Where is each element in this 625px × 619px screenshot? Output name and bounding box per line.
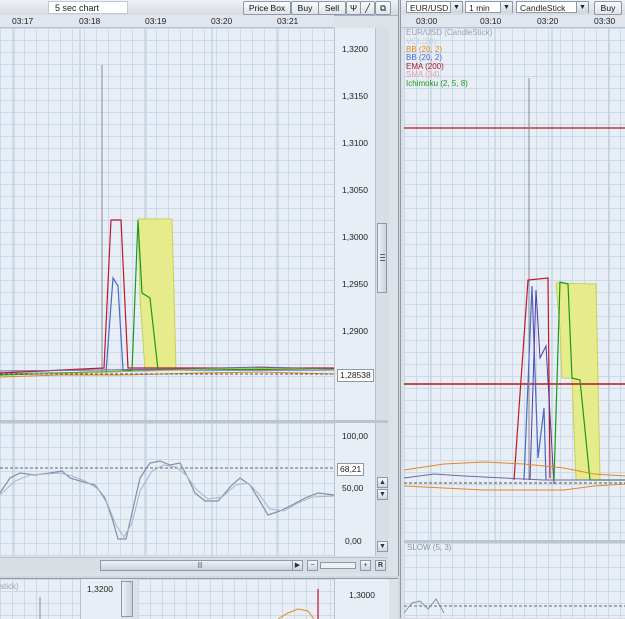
bottom-left-chart-b-svg: [277, 589, 319, 619]
ichimoku-cloud: [555, 282, 601, 481]
sell-button[interactable]: Sell: [318, 1, 346, 15]
chart-title: 5 sec chart: [55, 3, 100, 13]
bottom-left-chart-b[interactable]: [138, 579, 334, 619]
zoom-in-button[interactable]: +: [360, 560, 371, 571]
time-tick: 03:17: [12, 16, 34, 26]
bb-orange-lower: [404, 483, 625, 491]
left-horizontal-scrollbar[interactable]: II ▶ − + R: [0, 557, 388, 573]
price-tick: 1,2900: [342, 326, 368, 336]
osc-scroll-bottom-button[interactable]: ▼: [377, 541, 388, 552]
bottom-left-axis-a: 1,3200: [80, 579, 121, 619]
left-price-axis: 1,3200 1,3150 1,3100 1,3050 1,3000 1,295…: [334, 28, 375, 420]
bottom-left-scroll-thumb[interactable]: [121, 581, 133, 617]
legend-item: BB (20, 2): [406, 53, 443, 62]
detach-window-icon[interactable]: ⧉: [375, 1, 391, 15]
price-tick: 1,3150: [342, 91, 368, 101]
interval-select[interactable]: 1 min ▼: [465, 1, 513, 13]
bottom-left-chart-a-svg: [39, 597, 41, 619]
left-vertical-scrollbar[interactable]: [375, 28, 389, 420]
osc-scrollbar[interactable]: ▲ ▼ ▼: [375, 423, 389, 556]
price-tick: 1,3100: [342, 138, 368, 148]
symbol-value: EUR/USD: [410, 3, 449, 13]
scroll-thumb[interactable]: [377, 223, 387, 293]
chart-type-select[interactable]: CandleStick ▼: [516, 1, 589, 13]
draw-line-icon[interactable]: ╱: [360, 1, 375, 15]
right-time-axis: 03:00 03:10 03:20 03:30: [401, 15, 625, 28]
chevron-down-icon: ▼: [450, 2, 462, 13]
bottom-left-window: stick) 1,3200 1,3000: [0, 578, 398, 619]
legend-item: SMA (34): [406, 70, 440, 79]
oscillator-svg: [0, 423, 334, 556]
time-tick: 03:18: [79, 16, 101, 26]
right-toolbar: EUR/USD ▼ 1 min ▼ CandleStick ▼ Buy: [401, 0, 625, 16]
interval-value: 1 min: [469, 3, 490, 13]
time-tick: 03:30: [594, 16, 616, 26]
bottom-left-chart-a[interactable]: stick): [0, 579, 80, 619]
left-time-axis: 03:17 03:18 03:19 03:20 03:21: [0, 15, 334, 28]
reset-view-button[interactable]: R: [375, 560, 386, 571]
osc-scroll-up-button[interactable]: ▲: [377, 477, 388, 488]
time-tick: 03:20: [537, 16, 559, 26]
right-oscillator-chart[interactable]: SLOW (5, 3): [404, 543, 625, 618]
osc-tick: 0,00: [345, 536, 362, 546]
price-tick: 1,3200: [87, 584, 113, 594]
right-buy-button[interactable]: Buy: [594, 1, 622, 15]
left-toolbar: 5 sec chart Price Box Buy Sell Ψ ╱ ⧉: [0, 0, 398, 16]
pen-icon[interactable]: Ψ: [346, 1, 361, 15]
current-price-tag: 1,28538: [337, 369, 374, 382]
time-tick: 03:20: [211, 16, 233, 26]
scroll-thumb-grip: II: [197, 561, 203, 570]
zoom-track[interactable]: [320, 562, 356, 569]
bottom-left-axis-b: 1,3000: [334, 579, 389, 619]
osc-tick: 100,00: [342, 431, 368, 441]
chevron-down-icon: ▼: [500, 2, 512, 13]
price-tick: 1,3050: [342, 185, 368, 195]
horizontal-scroll-thumb[interactable]: II: [100, 560, 300, 571]
osc-tick: 50,00: [342, 483, 364, 493]
osc-signal-line: [0, 464, 334, 538]
right-chart-window: EUR/USD ▼ 1 min ▼ CandleStick ▼ Buy 03:0…: [400, 0, 625, 618]
price-tick: 1,3000: [342, 232, 368, 242]
osc-value-tag: 68,21: [337, 463, 365, 476]
time-tick: 03:10: [480, 16, 502, 26]
price-box-button[interactable]: Price Box: [243, 1, 291, 15]
right-price-chart-svg: [404, 28, 625, 540]
legend-item: EUR/USD (CandleStick): [406, 28, 493, 37]
left-oscillator-chart[interactable]: [0, 423, 334, 556]
zoom-out-button[interactable]: −: [307, 560, 318, 571]
left-price-chart[interactable]: [0, 28, 334, 420]
right-price-chart[interactable]: EUR/USD (CandleStick) VOL(20) BB (20, 2)…: [404, 28, 625, 540]
chevron-down-icon: ▼: [576, 2, 588, 13]
price-tick: 1,3200: [342, 44, 368, 54]
left-price-chart-svg: [0, 28, 334, 420]
left-chart-window: 5 sec chart Price Box Buy Sell Ψ ╱ ⧉ 03:…: [0, 0, 399, 576]
time-tick: 03:19: [145, 16, 167, 26]
legend-item: Ichimoku (2, 5, 8): [406, 79, 468, 88]
chart-title-field[interactable]: 5 sec chart: [48, 1, 128, 14]
price-tick: 1,2950: [342, 279, 368, 289]
scroll-right-arrow-icon[interactable]: ▶: [292, 560, 303, 571]
symbol-select[interactable]: EUR/USD ▼: [406, 1, 463, 13]
chart-type-value: CandleStick: [520, 3, 566, 13]
right-osc-svg: [404, 598, 625, 614]
time-tick: 03:00: [416, 16, 438, 26]
buy-button[interactable]: Buy: [291, 1, 319, 15]
time-tick: 03:21: [277, 16, 299, 26]
osc-main-line: [0, 460, 334, 540]
osc-scroll-down-button[interactable]: ▼: [377, 489, 388, 500]
left-oscillator-axis: 100,00 68,21 50,00 0,00: [334, 423, 375, 556]
price-tick: 1,3000: [349, 590, 375, 600]
